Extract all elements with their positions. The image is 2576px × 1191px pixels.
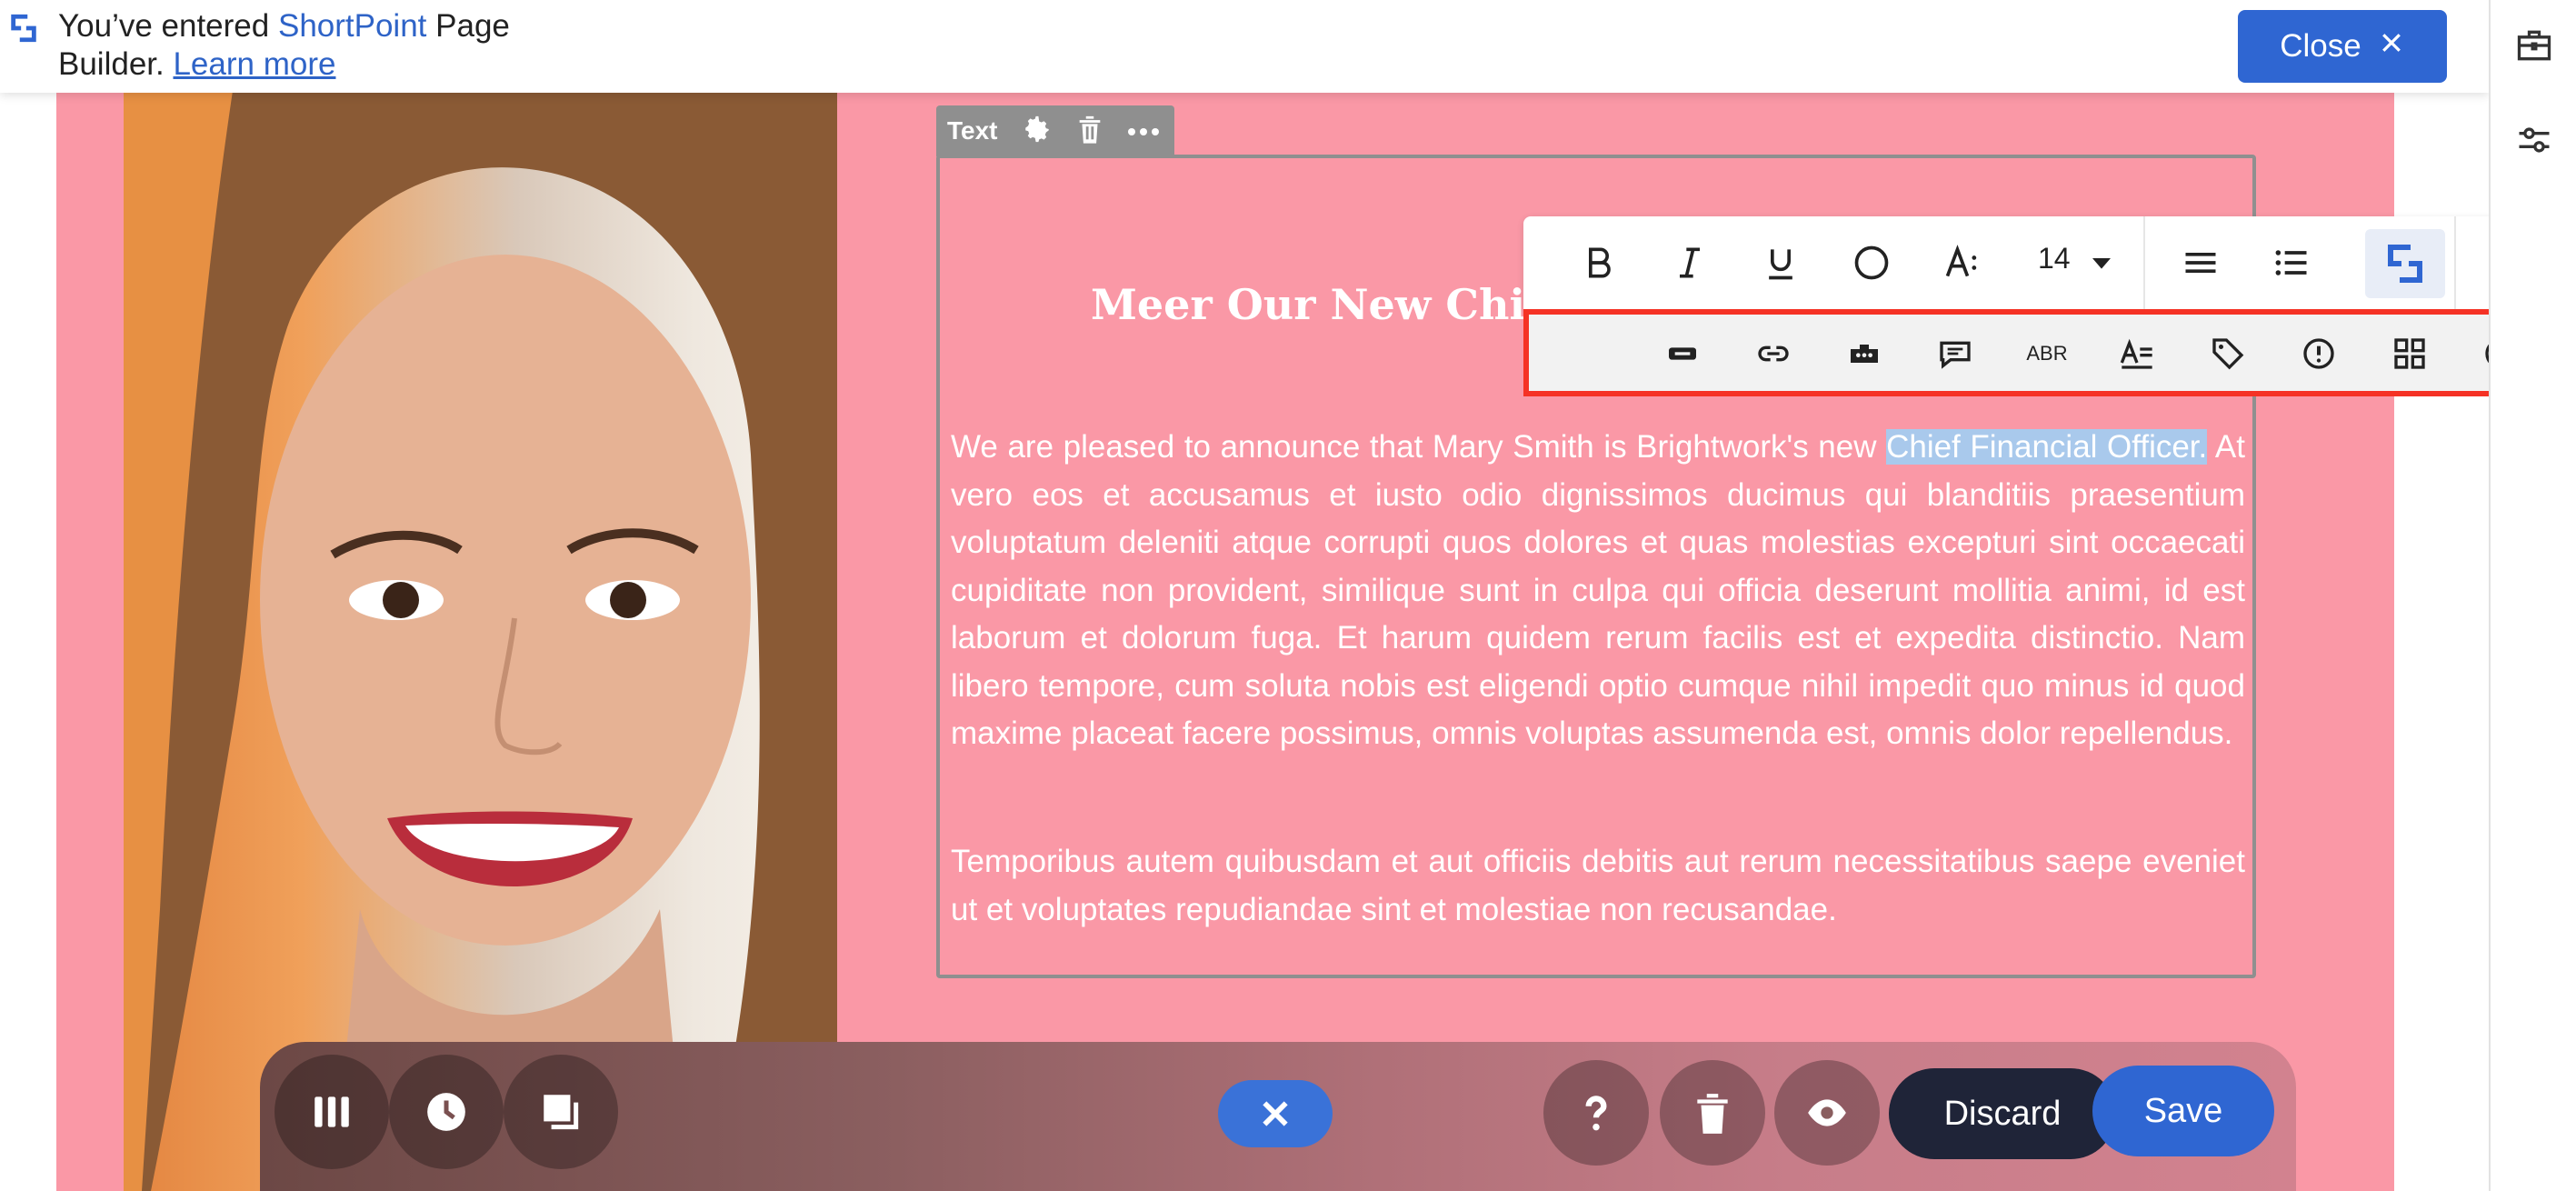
text-format-icon[interactable] <box>2112 329 2162 378</box>
layers-icon[interactable] <box>504 1055 618 1169</box>
italic-icon[interactable] <box>1663 236 1716 289</box>
highlight-icon[interactable] <box>1658 329 1707 378</box>
profile-photo <box>124 91 837 1191</box>
paragraph-text: At vero eos et accusamus et iusto odio d… <box>951 429 2245 751</box>
briefcase-icon[interactable] <box>2514 25 2554 65</box>
font-style-icon[interactable] <box>1936 236 1989 289</box>
abbreviation-label: ABR <box>2026 342 2068 365</box>
trash-icon[interactable] <box>1076 114 1103 148</box>
builder-notification-bar: You’ve entered ShortPoint Page Builder. L… <box>0 0 2489 93</box>
announcement-paragraph[interactable]: We are pleased to announce that Mary Smi… <box>951 424 2245 758</box>
toolbar-divider <box>2143 216 2145 309</box>
paragraph-text: We are pleased to announce that Mary Smi… <box>951 429 1887 465</box>
page-canvas: Text Meer Our New Chief F We are pleased… <box>0 0 2489 1191</box>
close-icon <box>2378 28 2405 65</box>
toolbar-divider <box>2454 216 2456 309</box>
more-icon[interactable] <box>1127 123 1160 140</box>
notification-message: You’ve entered ShortPoint Page Builder. L… <box>58 7 604 84</box>
bold-icon[interactable] <box>1573 236 1625 289</box>
text-element-label: Text <box>947 116 998 145</box>
font-size-value[interactable]: 14 <box>2038 242 2071 275</box>
grid-icon[interactable] <box>2385 329 2434 378</box>
selected-text[interactable]: Chief Financial Officer. <box>1886 429 2208 465</box>
close-icon <box>1263 1101 1288 1126</box>
embed-icon[interactable] <box>1840 329 1889 378</box>
close-button-label: Close <box>2280 28 2361 64</box>
history-clock-icon[interactable] <box>389 1055 504 1169</box>
gear-icon[interactable] <box>1022 114 1053 148</box>
columns-icon[interactable] <box>275 1055 389 1169</box>
sliders-icon[interactable] <box>2514 120 2554 160</box>
text-element-toolbar: Text <box>936 105 1174 156</box>
announcement-paragraph-2[interactable]: Temporibus autem quibusdam et aut offici… <box>951 838 2245 934</box>
preview-eye-icon[interactable] <box>1774 1060 1880 1166</box>
learn-more-link[interactable]: Learn more <box>173 46 335 82</box>
align-icon[interactable] <box>2174 236 2227 289</box>
help-icon[interactable] <box>1543 1060 1649 1166</box>
font-size-dropdown-icon[interactable] <box>2083 236 2120 289</box>
circle-icon[interactable] <box>1845 236 1898 289</box>
toolbar-row-secondary: ABR <box>1523 309 2569 396</box>
comment-icon[interactable] <box>1931 329 1980 378</box>
notification-text: Builder. <box>58 46 174 82</box>
tag-icon[interactable] <box>2203 329 2252 378</box>
abbreviation-icon[interactable]: ABR <box>2014 329 2080 378</box>
right-sidebar <box>2489 0 2576 1191</box>
toolbar-row-primary: 14 <box>1523 216 2569 309</box>
shortpoint-logo-icon <box>9 13 38 44</box>
underline-icon[interactable] <box>1754 236 1807 289</box>
close-button[interactable]: Close <box>2238 10 2447 83</box>
alert-icon[interactable] <box>2294 329 2343 378</box>
cancel-button[interactable] <box>1218 1080 1333 1147</box>
brand-name: ShortPoint <box>277 8 427 44</box>
delete-icon[interactable] <box>1660 1060 1765 1166</box>
shortpoint-icon[interactable] <box>2365 229 2445 298</box>
notification-text: Page <box>426 8 510 44</box>
discard-button[interactable]: Discard <box>1889 1068 2116 1159</box>
save-button[interactable]: Save <box>2092 1066 2274 1156</box>
rich-text-toolbar: 14 ABR <box>1523 216 2569 398</box>
link-icon[interactable] <box>1749 329 1798 378</box>
list-icon[interactable] <box>2265 236 2318 289</box>
notification-text: You’ve entered <box>58 8 278 44</box>
